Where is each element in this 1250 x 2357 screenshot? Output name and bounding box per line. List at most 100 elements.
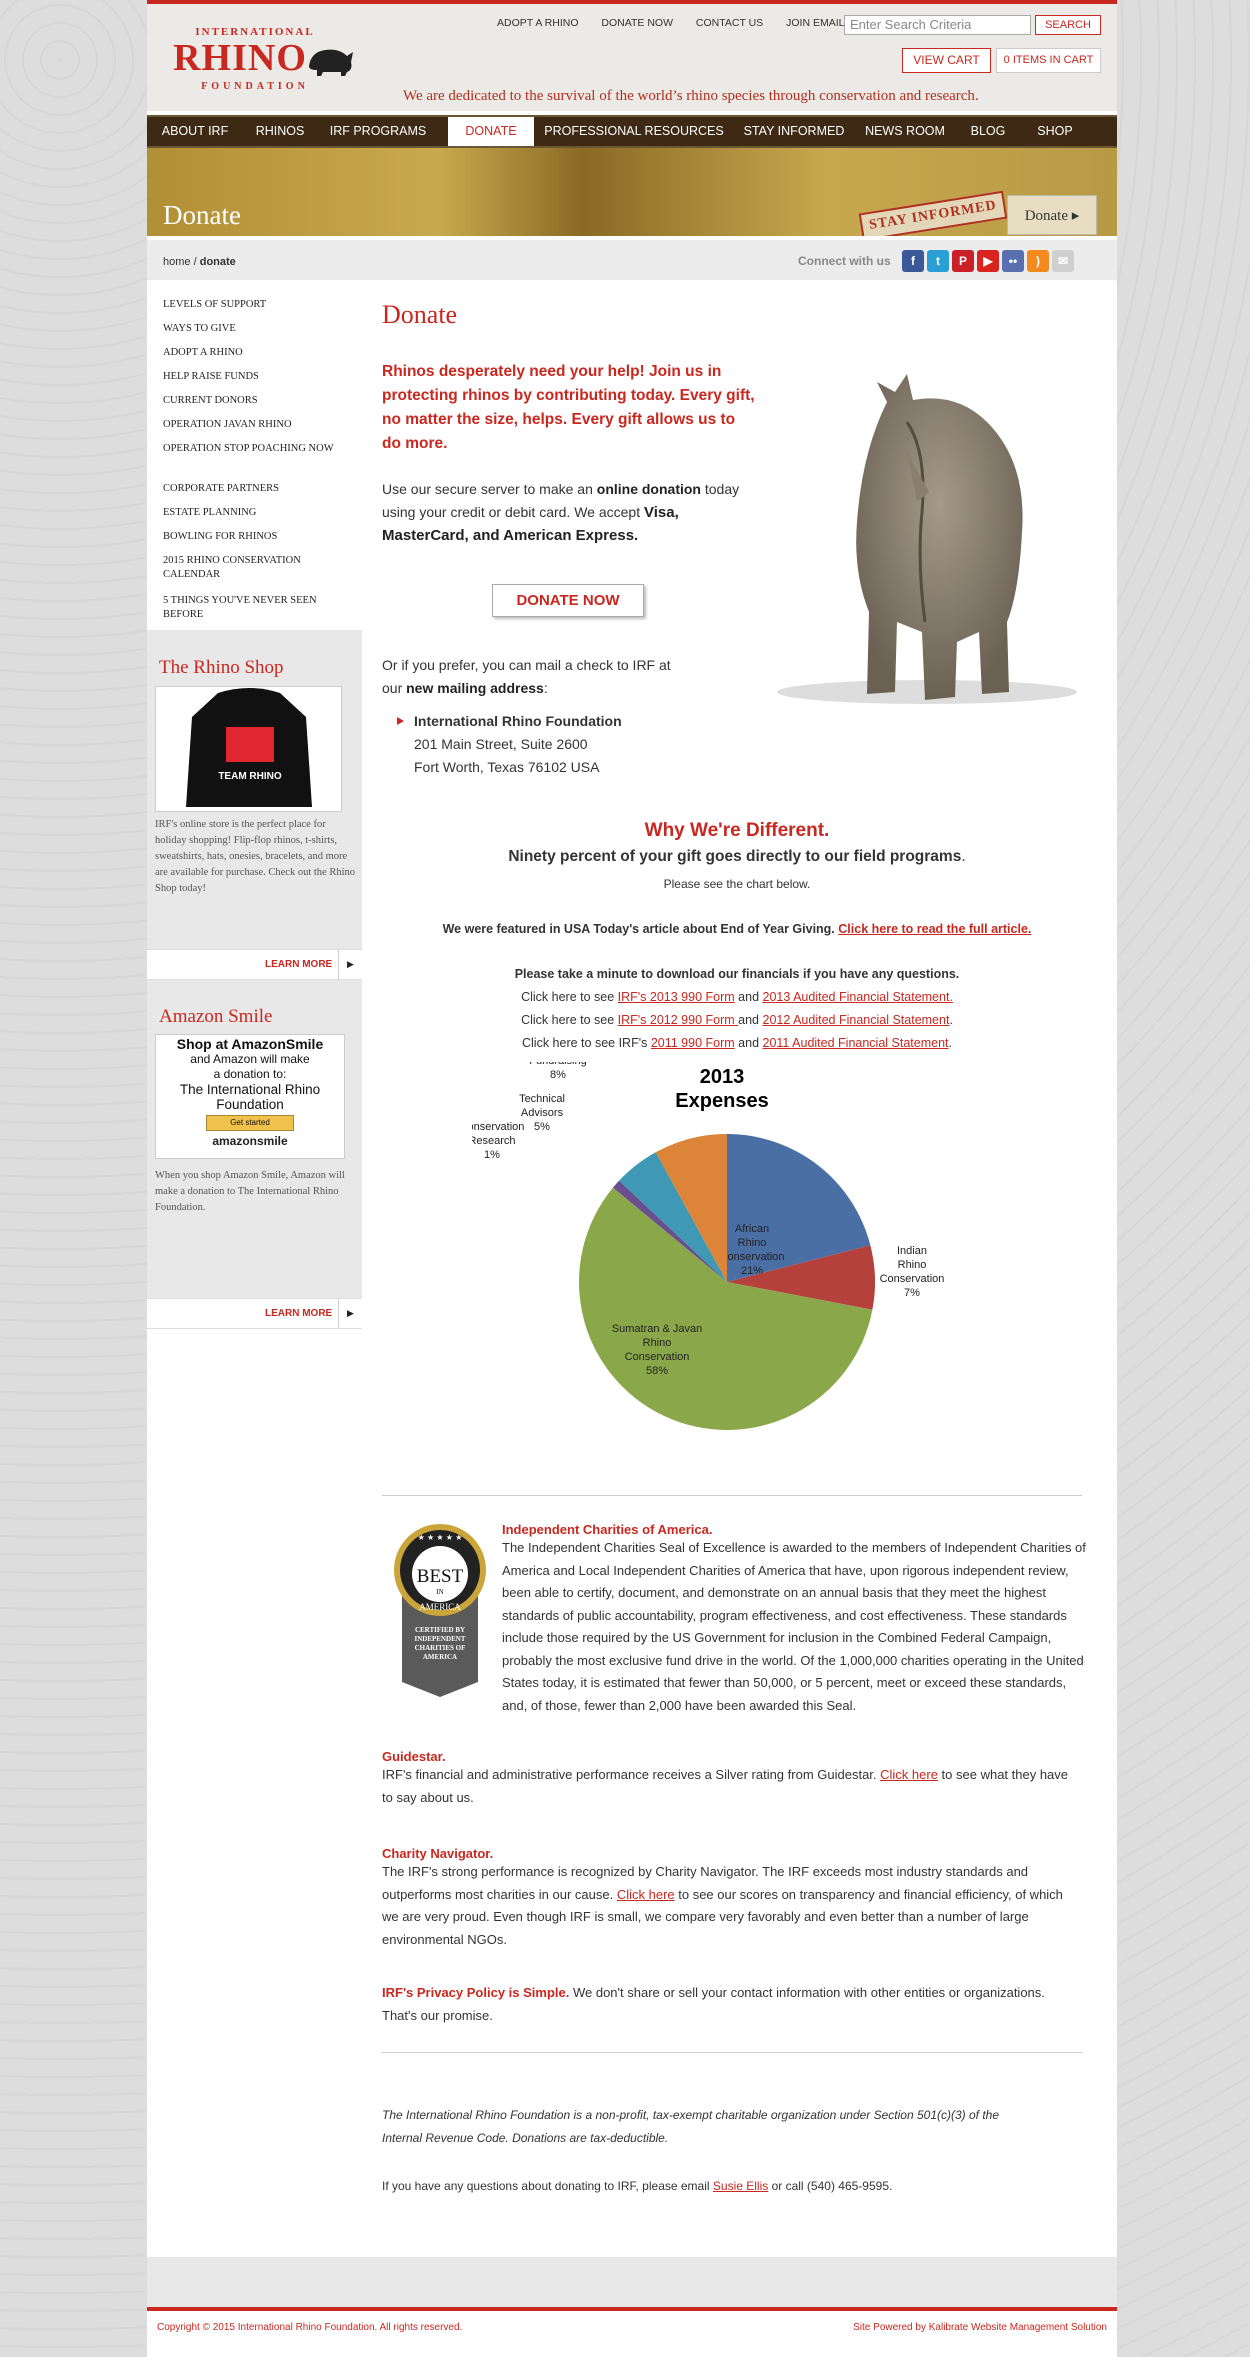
- expenses-pie-chart: 2013 ExpensesAfrican Rhino Conservation 21%I…: [472, 1062, 945, 1430]
- sidebar-item-adopt[interactable]: ADOPT A RHINO: [163, 346, 358, 360]
- logo-main-text: RHINO: [173, 37, 307, 79]
- arrow-right-icon: ▶: [338, 1299, 362, 1328]
- fin-post: .: [948, 1036, 952, 1050]
- toplink-adopt[interactable]: ADOPT A RHINO: [497, 17, 579, 29]
- top-links: ADOPT A RHINO DONATE NOW CONTACT US JOIN…: [497, 17, 889, 29]
- fin-post: .: [949, 1013, 953, 1027]
- divider: [382, 2052, 1082, 2053]
- banner-title: Donate: [163, 200, 241, 230]
- charity-navigator-link[interactable]: Click here: [617, 1887, 675, 1902]
- stay-informed-stamp[interactable]: STAY INFORMED: [858, 190, 1008, 242]
- breadcrumb: home / donate: [163, 256, 236, 268]
- ica-section: Independent Charities of America. The Ind…: [502, 1522, 1087, 1717]
- guidestar-section: Guidestar. IRF's financial and administra…: [382, 1749, 1082, 1809]
- copyright: Copyright © 2015 International Rhino Fou…: [157, 2322, 463, 2333]
- best-in-america-seal: BEST IN AMERICA ★ ★ ★ ★ ★ CERTIFIED BY I…: [394, 1524, 486, 1697]
- shop-text: IRF's online store is the perfect place …: [155, 819, 356, 894]
- amazon-learn-more[interactable]: LEARN MORE ▶: [147, 1298, 362, 1329]
- nav-blog[interactable]: BLOG: [954, 117, 1022, 146]
- logo-bottom-text: FOUNDATION: [201, 81, 309, 92]
- amazon-text: When you shop Amazon Smile, Amazon will …: [155, 1170, 345, 1213]
- cn-title: Charity Navigator.: [382, 1846, 494, 1861]
- nav-programs[interactable]: IRF PROGRAMS: [317, 117, 439, 146]
- sidebar-item-donors[interactable]: CURRENT DONORS: [163, 394, 358, 408]
- featured-link[interactable]: Click here to read the full article.: [838, 922, 1031, 936]
- sidebar-item-levels[interactable]: LEVELS OF SUPPORT: [163, 298, 358, 312]
- online-donation-text: Use our secure server to make an online …: [382, 478, 762, 547]
- hoodie-image[interactable]: TEAM RHINO: [155, 686, 342, 812]
- twitter-icon[interactable]: t: [927, 250, 949, 272]
- seal-best: BEST: [417, 1566, 464, 1587]
- p2-b: new mailing address: [406, 680, 544, 696]
- p1-b: online donation: [596, 481, 701, 497]
- nav-news[interactable]: NEWS ROOM: [856, 117, 954, 146]
- pie-label: Indian Rhino Conservation 7%: [880, 1245, 945, 1299]
- susie-ellis-link[interactable]: Susie Ellis: [713, 2179, 768, 2193]
- privacy-title: IRF's Privacy Policy is Simple.: [382, 1985, 570, 2000]
- rhino-photo: [777, 374, 1077, 704]
- toplink-contact[interactable]: CONTACT US: [696, 17, 763, 29]
- rss-icon[interactable]: ): [1027, 250, 1049, 272]
- donate-now-button[interactable]: DONATE NOW: [492, 584, 644, 617]
- amazon-line-4: The International Rhino Foundation: [179, 1082, 321, 1112]
- main-nav: ABOUT IRF RHINOS IRF PROGRAMS DONATE PRO…: [147, 115, 1117, 148]
- flickr-icon[interactable]: ••: [1002, 250, 1024, 272]
- sidebar-item-5things[interactable]: 5 THINGS YOU'VE NEVER SEEN BEFORE: [163, 594, 343, 622]
- ica-text: The Independent Charities Seal of Excell…: [502, 1540, 1086, 1713]
- seal-in: IN: [436, 1588, 443, 1596]
- nav-stay-informed[interactable]: STAY INFORMED: [732, 117, 856, 146]
- questions-text: If you have any questions about donating…: [382, 2175, 1082, 2198]
- sidebar-item-calendar[interactable]: 2015 RHINO CONSERVATION CALENDAR: [163, 554, 343, 582]
- header: INTERNATIONAL RHINO FOUNDATION ADOPT A R…: [147, 0, 1117, 111]
- search-button[interactable]: SEARCH: [1035, 15, 1101, 35]
- form-990-2012-link[interactable]: IRF's 2012 990 Form: [618, 1013, 739, 1027]
- breadcrumb-current: donate: [199, 256, 236, 268]
- ninety-percent-text: Ninety percent of your gift goes directl…: [382, 848, 1092, 866]
- mailing-address: International Rhino Foundation 201 Main …: [397, 710, 622, 779]
- pinterest-icon[interactable]: P: [952, 250, 974, 272]
- audit-2013-link[interactable]: 2013 Audited Financial Statement.: [763, 990, 953, 1004]
- facebook-icon[interactable]: f: [902, 250, 924, 272]
- audit-2012-link[interactable]: 2012 Audited Financial Statement: [763, 1013, 950, 1027]
- search-input[interactable]: Enter Search Criteria: [844, 15, 1031, 35]
- hoodie-icon: TEAM RHINO: [186, 688, 312, 807]
- page-title: Donate: [382, 300, 458, 329]
- connect-label: Connect with us: [798, 254, 891, 268]
- guidestar-link[interactable]: Click here: [880, 1767, 938, 1782]
- shop-learn-more[interactable]: LEARN MORE ▶: [147, 949, 362, 980]
- powered-by-link[interactable]: Site Powered by Kalibrate Website Manage…: [853, 2322, 1107, 2333]
- arrow-right-icon: ▶: [338, 950, 362, 979]
- amazon-smile-banner[interactable]: Shop at AmazonSmile and Amazon will make…: [155, 1034, 345, 1159]
- nav-shop[interactable]: SHOP: [1022, 117, 1088, 146]
- sidebar-item-poaching[interactable]: OPERATION STOP POACHING NOW: [163, 442, 343, 456]
- sidebar-item-raise[interactable]: HELP RAISE FUNDS: [163, 370, 358, 384]
- sidebar-item-bowling[interactable]: BOWLING FOR RHINOS: [163, 530, 358, 544]
- audit-2011-link[interactable]: 2011 Audited Financial Statement: [763, 1036, 949, 1050]
- tagline: We are dedicated to the survival of the …: [403, 88, 979, 104]
- youtube-icon[interactable]: ▶: [977, 250, 999, 272]
- breadcrumb-bar: home / donate Connect with us f t P ▶ ••…: [147, 236, 1117, 280]
- nav-resources[interactable]: PROFESSIONAL RESOURCES: [536, 117, 732, 146]
- amazon-line-3: a donation to:: [213, 1067, 287, 1081]
- why-different-heading: Why We're Different.: [644, 820, 830, 841]
- amazon-get-started[interactable]: Get started: [206, 1115, 294, 1131]
- nav-donate[interactable]: DONATE: [448, 117, 534, 146]
- form-990-2013-link[interactable]: IRF's 2013 990 Form: [618, 990, 735, 1004]
- cart-count[interactable]: 0 ITEMS IN CART: [996, 48, 1101, 73]
- breadcrumb-home[interactable]: home: [163, 256, 191, 268]
- banner-donate-tab[interactable]: Donate ▸: [1007, 195, 1097, 235]
- sidebar-item-partners[interactable]: CORPORATE PARTNERS: [163, 482, 358, 496]
- view-cart-button[interactable]: VIEW CART: [902, 48, 991, 73]
- sidebar: LEVELS OF SUPPORT WAYS TO GIVE ADOPT A R…: [147, 282, 362, 1329]
- sidebar-item-ways[interactable]: WAYS TO GIVE: [163, 322, 358, 336]
- financials-row: Click here to see IRF's 2011 990 Form an…: [382, 1036, 1092, 1050]
- nav-rhinos[interactable]: RHINOS: [243, 117, 317, 146]
- email-icon[interactable]: ✉: [1052, 250, 1074, 272]
- nav-about[interactable]: ABOUT IRF: [147, 117, 243, 146]
- seal-stars: ★ ★ ★ ★ ★: [418, 1533, 463, 1542]
- form-990-2011-link[interactable]: 2011 990 Form: [651, 1036, 735, 1050]
- logo[interactable]: INTERNATIONAL RHINO FOUNDATION: [165, 24, 370, 94]
- sidebar-item-javan[interactable]: OPERATION JAVAN RHINO: [163, 418, 358, 432]
- toplink-donate[interactable]: DONATE NOW: [601, 17, 673, 29]
- sidebar-item-estate[interactable]: ESTATE PLANNING: [163, 506, 358, 520]
